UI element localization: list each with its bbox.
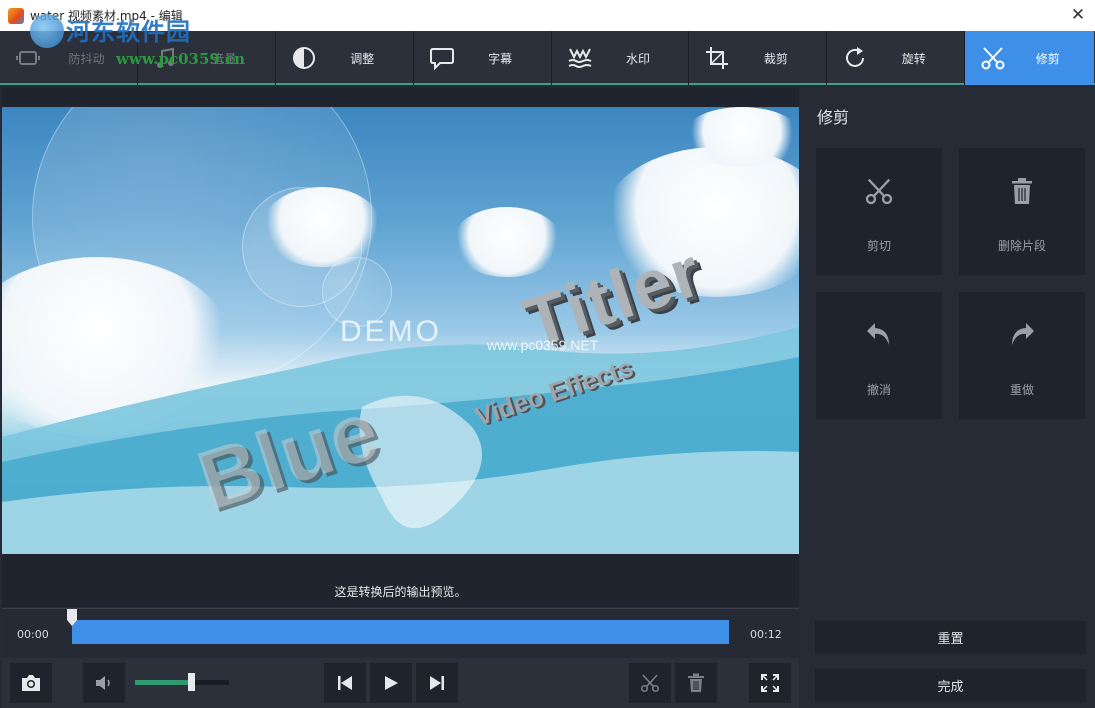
undo-icon [867, 323, 889, 345]
trash-icon [1012, 178, 1032, 204]
panel-title: 修剪 [817, 108, 850, 127]
delete-button[interactable] [675, 663, 717, 703]
reset-button[interactable]: 重置 [815, 621, 1086, 654]
play-button[interactable] [370, 663, 412, 703]
scissors-icon [640, 674, 660, 693]
cloud [682, 107, 799, 167]
tab-watermark[interactable]: 水印 [552, 31, 690, 85]
playhead-handle[interactable] [66, 609, 78, 626]
tab-label: 裁剪 [763, 52, 788, 66]
volume-slider[interactable] [135, 673, 229, 691]
next-button[interactable] [416, 663, 458, 703]
edit-toolbar: 防抖动 音量 调整 字幕 水印 裁剪 旋转 修剪 [0, 31, 1095, 85]
close-button[interactable]: ✕ [1065, 2, 1091, 28]
end-time: 00:12 [750, 628, 782, 641]
camera-icon [22, 675, 40, 691]
play-icon [385, 676, 398, 690]
demo-watermark: DEMO [340, 315, 442, 348]
tab-rotate[interactable]: 旋转 [827, 31, 966, 85]
editor-window: water 视频素材.mp4 - 编辑 ✕ 河东软件园 www.pc0359.c… [0, 0, 1095, 708]
volume-fill [135, 680, 192, 685]
cloud [262, 187, 382, 267]
tab-label: 修剪 [1035, 52, 1060, 66]
trash-icon [688, 673, 704, 692]
fullscreen-icon [761, 674, 779, 692]
trim-panel: 修剪 剪切 删除片段 撤消 重做 重置 完成 [801, 87, 1095, 708]
tile-label: 重做 [1009, 383, 1034, 397]
tile-label: 剪切 [866, 239, 891, 253]
mute-button[interactable] [83, 663, 125, 703]
delete-segment-tile[interactable]: 删除片段 [959, 148, 1085, 275]
window-title: water 视频素材.mp4 - 编辑 [30, 9, 183, 23]
title-bar: water 视频素材.mp4 - 编辑 ✕ [0, 0, 1095, 31]
tab-adjust[interactable]: 调整 [276, 31, 414, 85]
tab-label: 音量 [212, 52, 237, 66]
redo-icon [1012, 323, 1034, 345]
skip-previous-icon [338, 676, 352, 690]
tab-trim[interactable]: 修剪 [965, 31, 1095, 85]
volume-knob[interactable] [188, 673, 196, 691]
app-icon [8, 7, 24, 24]
tile-label: 撤消 [866, 383, 891, 397]
tab-stabilize[interactable]: 防抖动 [0, 31, 138, 85]
cut-tile[interactable]: 剪切 [816, 148, 942, 275]
playback-controls [2, 658, 799, 708]
previous-button[interactable] [324, 663, 366, 703]
cut-button[interactable] [629, 663, 671, 703]
tab-label: 水印 [626, 52, 651, 66]
speaker-icon [96, 676, 110, 690]
tab-label: 调整 [350, 52, 375, 66]
start-time: 00:00 [17, 628, 49, 641]
done-button[interactable]: 完成 [815, 669, 1086, 702]
scissors-icon [865, 178, 893, 205]
cloud [452, 207, 562, 277]
undo-tile[interactable]: 撤消 [816, 292, 942, 419]
timeline: 00:00 00:12 [2, 608, 799, 658]
tab-subtitle[interactable]: 字幕 [414, 31, 552, 85]
tab-label: 旋转 [901, 52, 926, 66]
fullscreen-button[interactable] [749, 663, 791, 703]
snapshot-button[interactable] [10, 663, 52, 703]
tab-label: 字幕 [488, 52, 513, 66]
preview-caption: 这是转换后的输出预览。 [334, 585, 467, 599]
tab-label: 防抖动 [68, 52, 105, 66]
skip-next-icon [430, 676, 444, 690]
tile-label: 删除片段 [997, 239, 1046, 253]
tab-volume[interactable]: 音量 [138, 31, 276, 85]
redo-tile[interactable]: 重做 [959, 292, 1085, 419]
tab-crop[interactable]: 裁剪 [689, 31, 828, 85]
timeline-track[interactable] [72, 620, 729, 644]
video-preview: Blue Titler Video Effects DEMO www.pc035… [2, 107, 799, 554]
demo-url-watermark: www.pc0359.NET [487, 337, 599, 353]
